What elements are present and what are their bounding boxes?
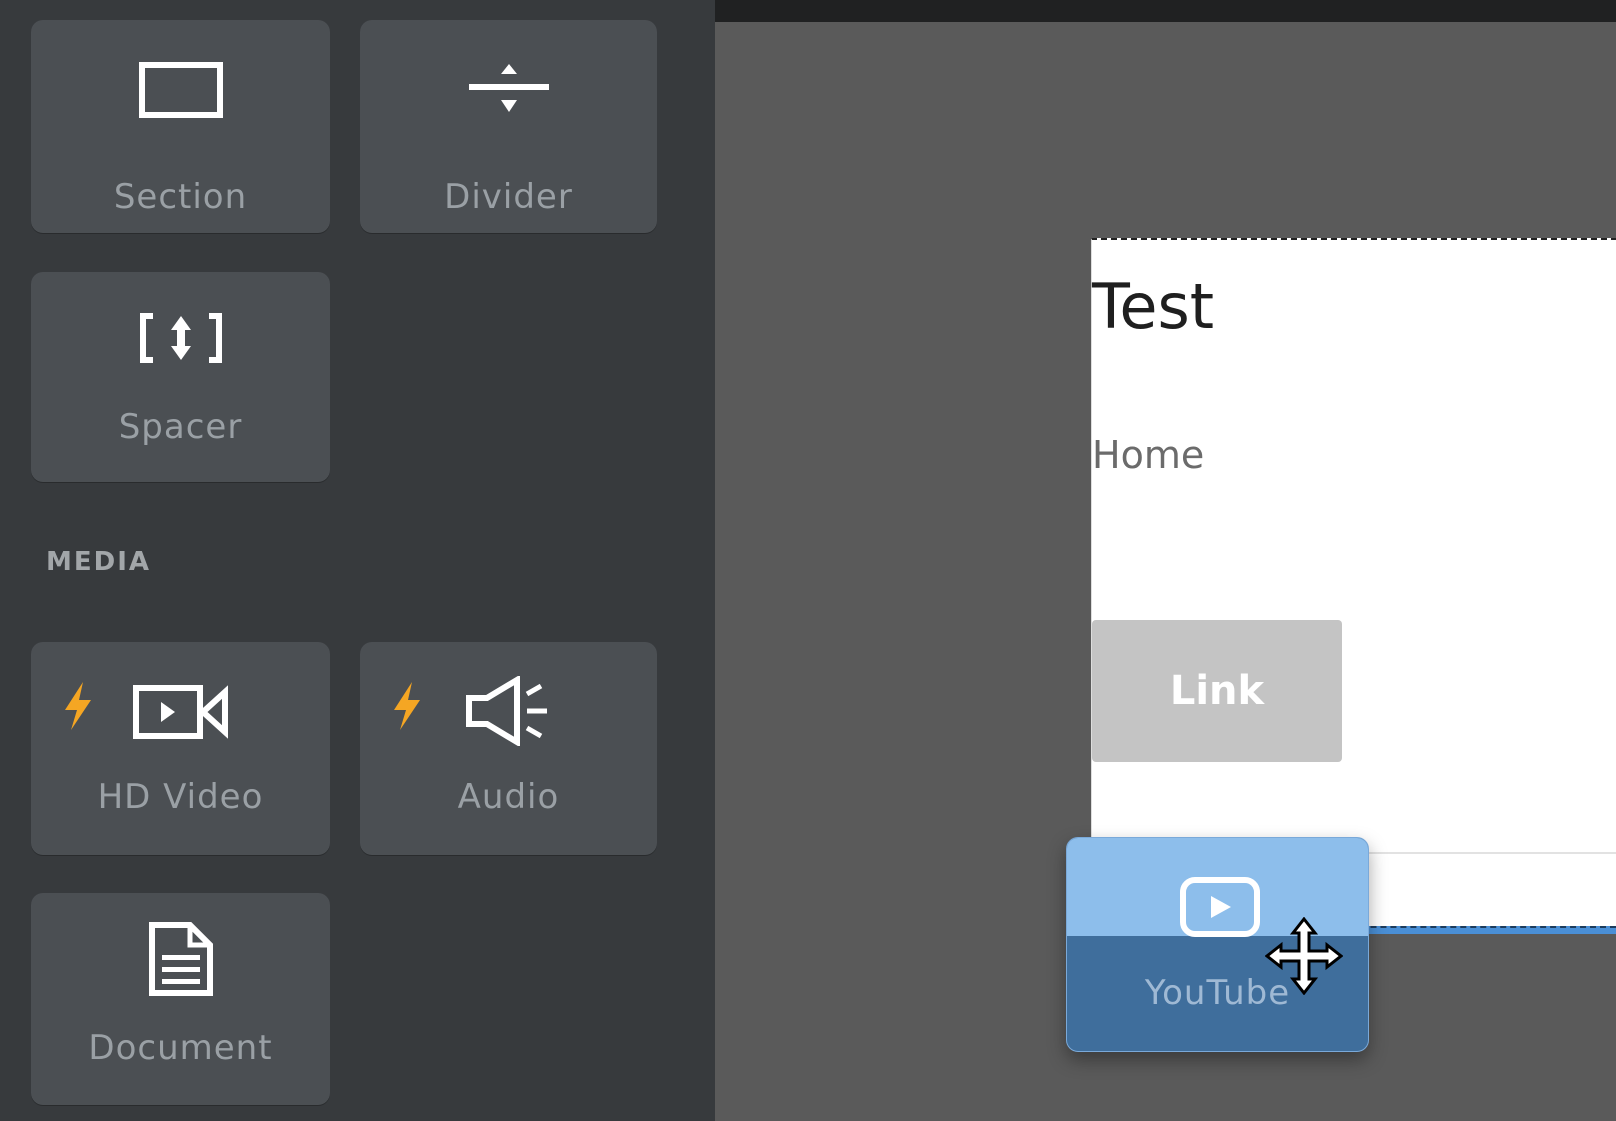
lightning-bolt-icon xyxy=(390,682,424,734)
divider-label: Divider xyxy=(444,177,573,217)
document-tile[interactable]: Document xyxy=(31,893,330,1105)
video-camera-icon xyxy=(132,682,229,746)
element-palette-sidebar: Section Divider Spacer MEDIA HD Video Au… xyxy=(0,0,715,1121)
media-section-heading: MEDIA xyxy=(46,547,152,577)
audio-label: Audio xyxy=(457,777,560,817)
hd-video-tile[interactable]: HD Video xyxy=(31,642,330,855)
speaker-icon xyxy=(465,674,553,750)
document-label: Document xyxy=(88,1028,273,1068)
editor-top-bar xyxy=(715,0,1616,22)
spacer-label: Spacer xyxy=(118,407,243,447)
page-title[interactable]: Test xyxy=(1092,270,1214,343)
audio-tile[interactable]: Audio xyxy=(360,642,657,855)
divider-tile[interactable]: Divider xyxy=(360,20,657,233)
section-label: Section xyxy=(113,177,248,217)
spacer-tile[interactable]: Spacer xyxy=(31,272,330,482)
section-icon xyxy=(138,62,223,122)
section-tile[interactable]: Section xyxy=(31,20,330,233)
page-canvas[interactable]: Test Home Link xyxy=(1091,238,1616,930)
divider-icon xyxy=(467,62,551,118)
lightning-bolt-icon xyxy=(61,682,95,734)
youtube-play-icon xyxy=(1179,876,1261,942)
hd-video-label: HD Video xyxy=(97,777,264,817)
nav-link-home[interactable]: Home xyxy=(1092,433,1204,477)
document-icon xyxy=(146,921,216,1001)
spacer-icon xyxy=(139,310,223,370)
move-cursor-icon xyxy=(1264,916,1344,999)
link-button[interactable]: Link xyxy=(1092,620,1342,762)
